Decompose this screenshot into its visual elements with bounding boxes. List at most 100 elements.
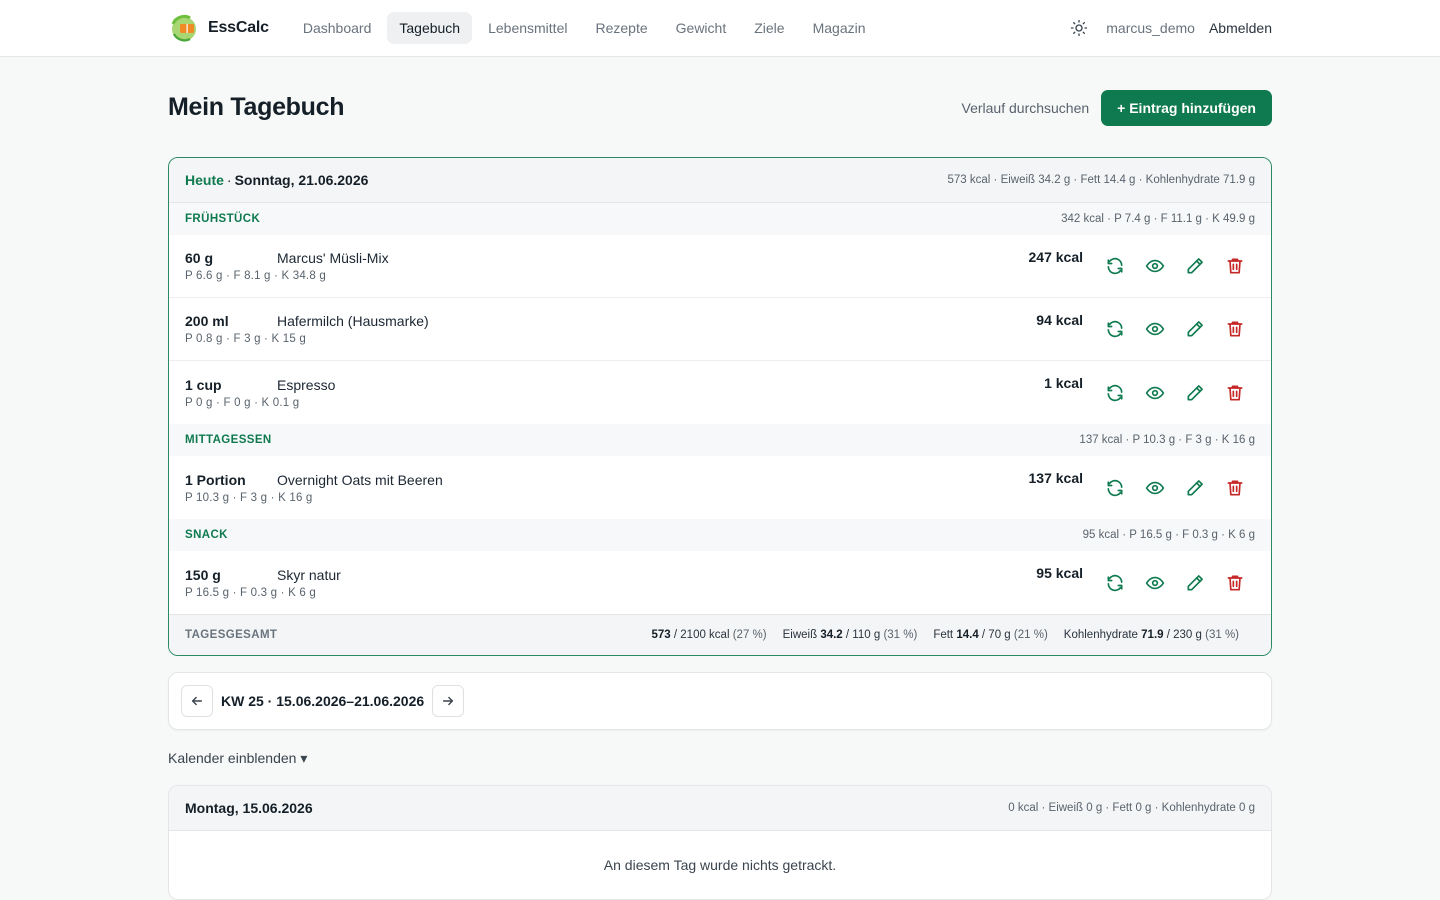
entry-kcal: 1 kcal: [1044, 375, 1083, 391]
page-title: Mein Tagebuch: [168, 93, 345, 121]
trash-icon[interactable]: [1215, 373, 1255, 413]
main-nav: Dashboard Tagebuch Lebensmittel Rezepte …: [291, 12, 878, 44]
total-fat: Fett 14.4 / 70 g (21 %): [933, 629, 1048, 641]
entry-row: 1 cup Espresso P 0 g · F 0 g · K 0.1 g 1…: [169, 361, 1271, 424]
main-content: Mein Tagebuch Verlauf durchsuchen + Eint…: [168, 57, 1272, 900]
entry-quantity: 1 cup: [185, 376, 222, 393]
meal-summary: 95 kcal · P 16.5 g · F 0.3 g · K 6 g: [1082, 529, 1255, 541]
trash-icon[interactable]: [1215, 468, 1255, 508]
pencil-icon[interactable]: [1175, 468, 1215, 508]
today-label: Heute: [185, 172, 224, 188]
search-history-button[interactable]: Verlauf durchsuchen: [962, 100, 1090, 116]
entry-row: 200 ml Hafermilch (Hausmarke) P 0.8 g · …: [169, 298, 1271, 361]
nav-item-ziele[interactable]: Ziele: [742, 12, 796, 44]
brand[interactable]: EssCalc: [168, 12, 269, 44]
nav-item-tagebuch[interactable]: Tagebuch: [387, 12, 473, 44]
sun-icon[interactable]: [1070, 19, 1088, 37]
calendar-toggle[interactable]: Kalender einblenden ▾: [168, 750, 307, 767]
total-label: TAGESGESAMT: [185, 629, 278, 641]
entry-macros: P 0.8 g · F 3 g · K 15 g: [185, 333, 306, 345]
entry-kcal: 94 kcal: [1036, 312, 1083, 328]
total-kcal: 573 / 2100 kcal (27 %): [651, 629, 767, 641]
pencil-icon[interactable]: [1175, 373, 1215, 413]
entry-quantity: 150 g: [185, 566, 221, 583]
pencil-icon[interactable]: [1175, 309, 1215, 349]
eye-icon[interactable]: [1135, 563, 1175, 603]
refresh-icon[interactable]: [1095, 563, 1135, 603]
day-summary: 573 kcal · Eiweiß 34.2 g · Fett 14.4 g ·…: [947, 174, 1255, 186]
brand-name: EssCalc: [208, 19, 269, 36]
meal-summary: 342 kcal · P 7.4 g · F 11.1 g · K 49.9 g: [1061, 213, 1255, 225]
entry-actions: [1095, 246, 1255, 286]
day-total: TAGESGESAMT 573 / 2100 kcal (27 %) Eiwei…: [169, 614, 1271, 655]
prev-week-button[interactable]: [181, 685, 213, 717]
day-card-monday: Montag, 15.06.2026 0 kcal · Eiweiß 0 g ·…: [168, 785, 1272, 900]
entry-actions: [1095, 468, 1255, 508]
entry-food: Skyr natur: [277, 566, 341, 583]
eye-icon[interactable]: [1135, 373, 1175, 413]
eye-icon[interactable]: [1135, 309, 1175, 349]
arrow-right-icon: [443, 696, 454, 706]
entry-kcal: 137 kcal: [1028, 470, 1084, 486]
top-navigation-bar: EssCalc Dashboard Tagebuch Lebensmittel …: [0, 0, 1440, 57]
nav-item-rezepte[interactable]: Rezepte: [583, 12, 659, 44]
entry-kcal: 95 kcal: [1036, 565, 1083, 581]
separator: ·: [226, 172, 232, 188]
entry-food: Hafermilch (Hausmarke): [277, 313, 429, 329]
page-header: Mein Tagebuch Verlauf durchsuchen + Eint…: [168, 57, 1272, 157]
refresh-icon[interactable]: [1095, 468, 1135, 508]
entry-quantity: 1 Portion: [185, 471, 246, 488]
nav-item-gewicht[interactable]: Gewicht: [664, 12, 739, 44]
day-date: Montag, 15.06.2026: [185, 800, 313, 816]
entry-kcal: 247 kcal: [1028, 249, 1084, 265]
refresh-icon[interactable]: [1095, 309, 1135, 349]
entry-food: Marcus' Müsli-Mix: [277, 250, 389, 266]
day-date: Sonntag, 21.06.2026: [234, 172, 369, 188]
nav-item-dashboard[interactable]: Dashboard: [291, 12, 384, 44]
eye-icon[interactable]: [1135, 246, 1175, 286]
refresh-icon[interactable]: [1095, 373, 1135, 413]
entry-quantity: 200 ml: [185, 313, 229, 329]
entry-macros: P 16.5 g · F 0.3 g · K 6 g: [185, 586, 316, 599]
app-logo-icon: [171, 14, 196, 42]
nav-item-magazin[interactable]: Magazin: [801, 12, 878, 44]
trash-icon[interactable]: [1215, 563, 1255, 603]
username[interactable]: marcus_demo: [1106, 20, 1195, 36]
entry-macros: P 10.3 g · F 3 g · K 16 g: [185, 491, 313, 504]
arrow-left-icon: [191, 696, 203, 706]
meal-header-mittagessen: MITTAGESSEN 137 kcal · P 10.3 g · F 3 g …: [169, 424, 1271, 456]
meal-name: MITTAGESSEN: [185, 434, 272, 446]
meal-header-snack: SNACK 95 kcal · P 16.5 g · F 0.3 g · K 6…: [169, 519, 1271, 551]
entry-actions: [1095, 309, 1255, 349]
entry-food: Overnight Oats mit Beeren: [277, 471, 443, 488]
refresh-icon[interactable]: [1095, 246, 1135, 286]
entry-actions: [1095, 563, 1255, 603]
day-header: Heute · Sonntag, 21.06.2026 573 kcal · E…: [169, 158, 1271, 203]
empty-day-message: An diesem Tag wurde nichts getrackt.: [603, 857, 837, 873]
trash-icon[interactable]: [1215, 246, 1255, 286]
entry-row: 1 Portion Overnight Oats mit Beeren P 10…: [169, 456, 1271, 519]
day-header: Montag, 15.06.2026 0 kcal · Eiweiß 0 g ·…: [169, 786, 1271, 831]
week-label: KW 25 · 15.06.2026–21.06.2026: [221, 693, 425, 709]
day-card-today: Heute · Sonntag, 21.06.2026 573 kcal · E…: [168, 157, 1272, 656]
add-entry-button[interactable]: + Eintrag hinzufügen: [1101, 89, 1272, 126]
logout-button[interactable]: Abmelden: [1209, 20, 1272, 36]
total-carbs: Kohlenhydrate 71.9 / 230 g (31 %): [1063, 629, 1239, 641]
meal-name: SNACK: [185, 529, 228, 541]
pencil-icon[interactable]: [1175, 246, 1215, 286]
day-summary: 0 kcal · Eiweiß 0 g · Fett 0 g · Kohlenh…: [1008, 802, 1255, 814]
trash-icon[interactable]: [1215, 309, 1255, 349]
pencil-icon[interactable]: [1175, 563, 1215, 603]
nav-item-lebensmittel[interactable]: Lebensmittel: [476, 12, 579, 44]
meal-summary: 137 kcal · P 10.3 g · F 3 g · K 16 g: [1079, 434, 1255, 446]
entry-row: 150 g Skyr natur P 16.5 g · F 0.3 g · K …: [169, 551, 1271, 614]
entry-quantity: 60 g: [185, 250, 214, 266]
meal-name: FRÜHSTÜCK: [185, 213, 261, 225]
entry-actions: [1095, 373, 1255, 413]
next-week-button[interactable]: [432, 685, 465, 717]
entry-macros: P 6.6 g · F 8.1 g · K 34.8 g: [185, 270, 326, 282]
entry-macros: P 0 g · F 0 g · K 0.1 g: [185, 396, 300, 409]
total-protein: Eiweiß 34.2 / 110 g (31 %): [782, 629, 918, 641]
eye-icon[interactable]: [1135, 468, 1175, 508]
week-navigator: KW 25 · 15.06.2026–21.06.2026: [168, 672, 1272, 730]
